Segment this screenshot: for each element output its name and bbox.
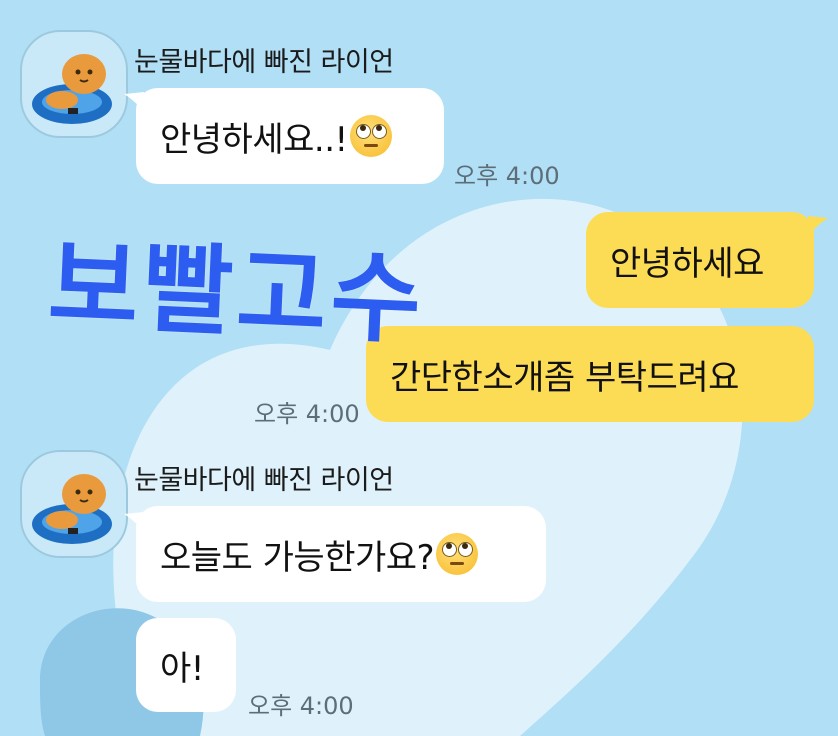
rolling-eyes-emoji-icon bbox=[349, 115, 392, 157]
watermark-text: 보빨고수 bbox=[46, 227, 428, 359]
my-message-bubble[interactable]: 안녕하세요 bbox=[586, 212, 814, 308]
rolling-eyes-emoji-icon bbox=[436, 533, 479, 575]
sender-name: 눈물바다에 빠진 라이언 bbox=[134, 47, 394, 78]
message-text: 간단한소개좀 부탁드려요 bbox=[390, 357, 739, 398]
avatar[interactable] bbox=[20, 30, 128, 138]
my-message-bubble[interactable]: 간단한소개좀 부탁드려요 bbox=[366, 326, 814, 422]
message-time: 오후 4:00 bbox=[248, 692, 354, 720]
message-text: 안녕하세요..! bbox=[160, 119, 348, 160]
message-text: 안녕하세요 bbox=[610, 243, 764, 284]
avatar[interactable] bbox=[20, 450, 128, 558]
message-bubble[interactable]: 아! bbox=[136, 618, 236, 712]
message-bubble[interactable]: 안녕하세요..! bbox=[136, 88, 444, 184]
message-time: 오후 4:00 bbox=[454, 162, 560, 190]
ryan-lion-icon bbox=[32, 54, 112, 124]
sender-name: 눈물바다에 빠진 라이언 bbox=[134, 465, 394, 496]
ryan-lion-icon bbox=[32, 474, 112, 544]
message-text: 오늘도 가능한가요? bbox=[160, 537, 435, 578]
bubble-tail bbox=[808, 216, 828, 236]
message-bubble[interactable]: 오늘도 가능한가요? bbox=[136, 506, 546, 602]
message-time: 오후 4:00 bbox=[254, 400, 360, 428]
message-text: 아! bbox=[160, 648, 204, 689]
